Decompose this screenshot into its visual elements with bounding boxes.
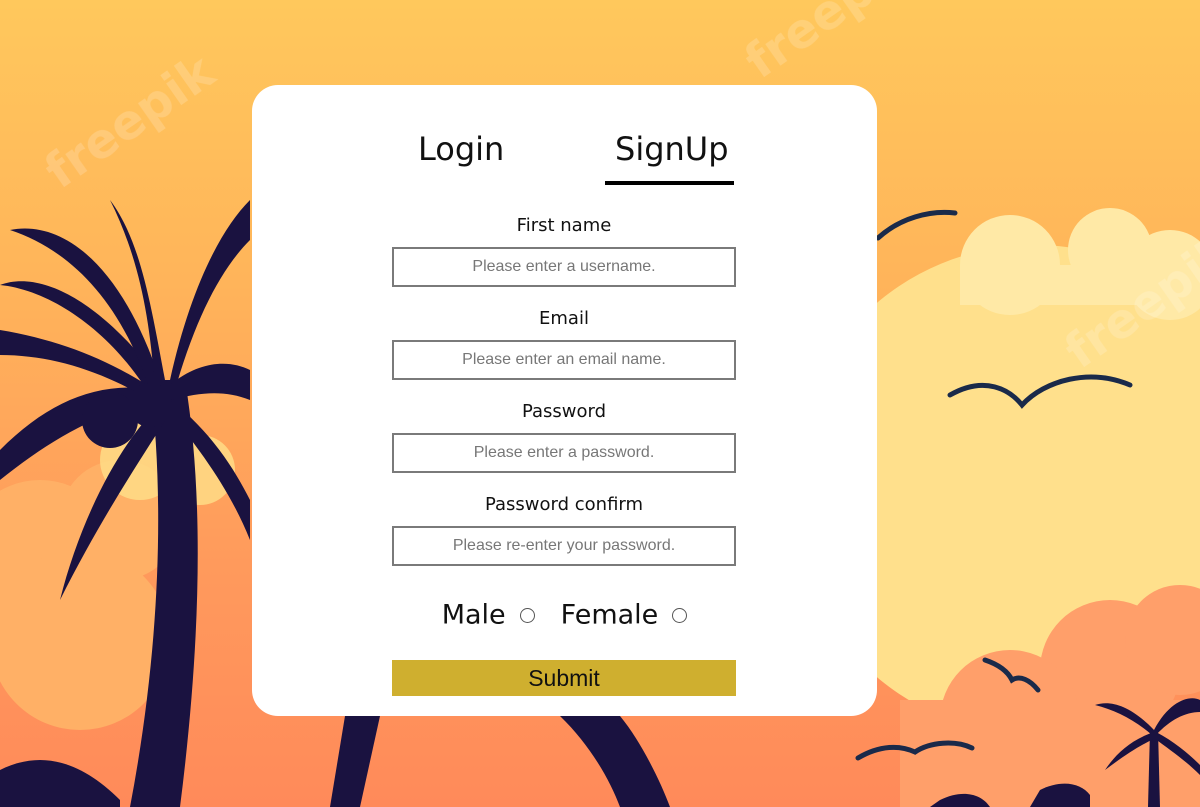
male-radio[interactable] — [519, 608, 535, 623]
password-group: Password — [392, 400, 736, 473]
female-radio[interactable] — [672, 608, 688, 623]
background-scene: freepik freepik freepik Login SignUp Fir… — [0, 0, 1200, 807]
first-name-group: First name — [392, 214, 736, 287]
first-name-input[interactable] — [392, 247, 736, 287]
email-input[interactable] — [392, 340, 736, 380]
svg-text:freepik: freepik — [35, 43, 226, 200]
auth-tabs: Login SignUp — [252, 85, 877, 195]
svg-text:freepik: freepik — [735, 0, 926, 90]
palm-trunk-middle — [330, 716, 380, 807]
submit-button[interactable]: Submit — [392, 660, 736, 696]
password-label: Password — [521, 401, 607, 422]
first-name-label: First name — [516, 215, 612, 236]
password-input[interactable] — [392, 433, 736, 473]
email-group: Email — [392, 307, 736, 380]
active-tab-underline — [605, 181, 734, 185]
signup-card: Login SignUp First name Email Password P… — [252, 85, 877, 716]
female-label: Female — [560, 599, 659, 631]
male-label: Male — [441, 599, 506, 631]
palm-fronds-middle — [560, 716, 670, 807]
gender-selector: Male Female — [252, 595, 877, 635]
password-confirm-label: Password confirm — [484, 494, 644, 515]
password-confirm-group: Password confirm — [392, 493, 736, 566]
password-confirm-input[interactable] — [392, 526, 736, 566]
tab-signup[interactable]: SignUp — [615, 129, 729, 169]
email-label: Email — [539, 308, 589, 329]
tab-login[interactable]: Login — [418, 129, 504, 169]
ground-left — [0, 760, 120, 807]
